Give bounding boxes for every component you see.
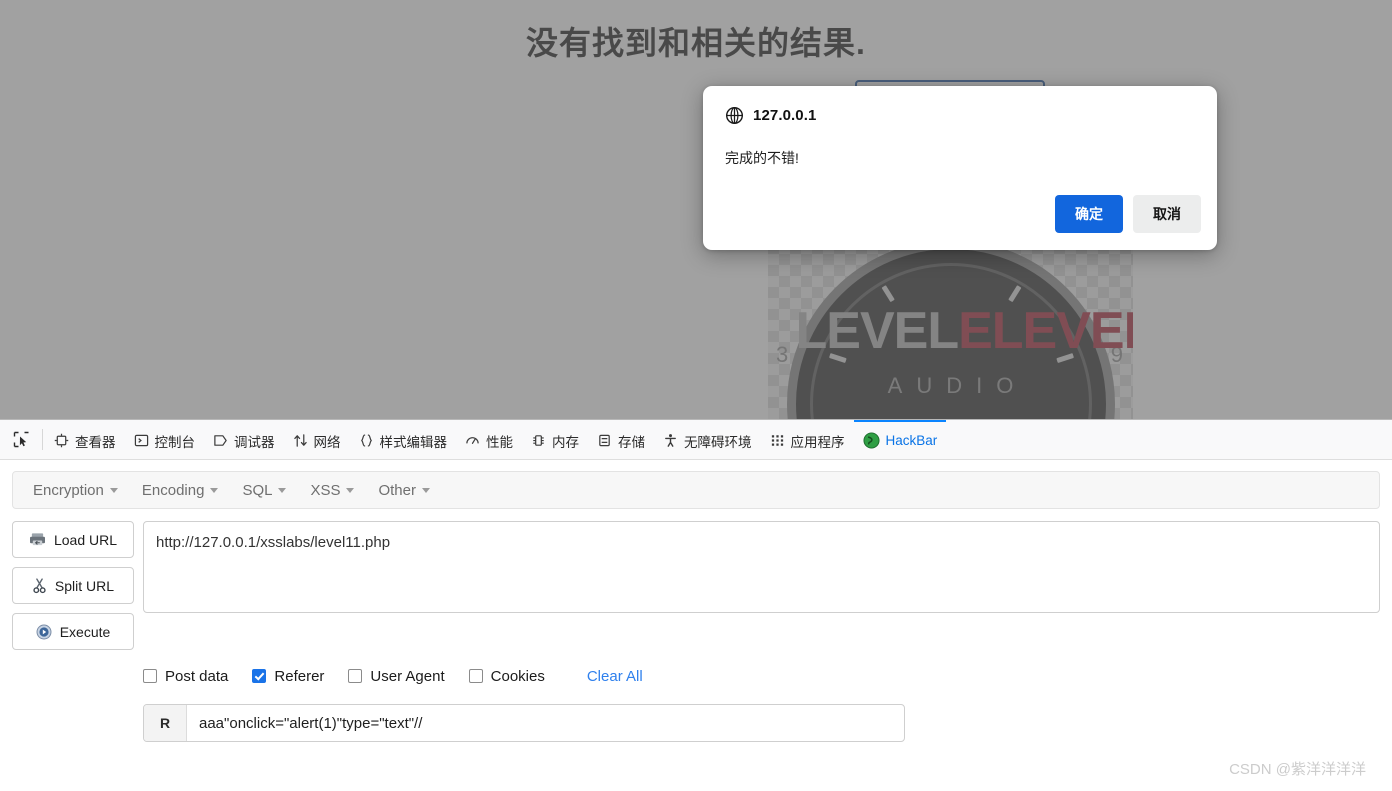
split-url-button[interactable]: Split URL	[12, 567, 134, 604]
menu-other[interactable]: Other	[366, 478, 442, 503]
checkbox-box[interactable]	[143, 669, 157, 683]
debugger-icon	[213, 433, 228, 448]
globe-icon	[725, 106, 744, 125]
referer-input[interactable]	[187, 705, 904, 741]
tab-inspector[interactable]: 查看器	[45, 420, 125, 459]
checkbox-post-data[interactable]: Post data	[143, 668, 228, 685]
tab-label: 无障碍环境	[684, 434, 752, 450]
javascript-alert-dialog: 127.0.0.1 完成的不错! 确定 取消	[703, 86, 1217, 250]
clear-all-link[interactable]: Clear All	[587, 668, 643, 685]
tab-label: 控制台	[154, 434, 196, 450]
tab-debugger[interactable]: 调试器	[204, 420, 284, 459]
referer-field-row: R	[143, 704, 905, 742]
dialog-origin-label: 127.0.0.1	[753, 107, 817, 124]
style-editor-icon	[359, 433, 374, 448]
checkbox-referer[interactable]: Referer	[252, 668, 324, 685]
execute-button[interactable]: Execute	[12, 613, 134, 650]
hackbar-icon	[862, 432, 880, 449]
performance-icon	[465, 433, 480, 448]
dialog-origin: 127.0.0.1	[725, 106, 816, 125]
button-label: Load URL	[53, 531, 118, 548]
tab-label: 应用程序	[790, 434, 845, 450]
menu-label: Other	[378, 481, 416, 499]
play-icon	[36, 624, 52, 639]
load-url-button[interactable]: Load URL	[12, 521, 134, 558]
url-input[interactable]	[143, 521, 1380, 613]
menu-xss[interactable]: XSS	[298, 478, 366, 503]
hackbar-menubar: Encryption Encoding SQL XSS Other	[12, 471, 1380, 509]
checkbox-label: User Agent	[370, 667, 445, 685]
menu-sql[interactable]: SQL	[230, 478, 298, 503]
menu-encryption[interactable]: Encryption	[21, 478, 130, 503]
tab-label: 查看器	[75, 434, 116, 450]
checkbox-label: Cookies	[490, 667, 545, 685]
tab-label: HackBar	[885, 433, 938, 448]
menu-encoding[interactable]: Encoding	[130, 478, 231, 503]
confirm-button[interactable]: 确定	[1055, 195, 1123, 233]
element-picker-button[interactable]	[4, 420, 40, 459]
hackbar-body: Load URL Split URL Execute http://127.0.…	[0, 521, 1392, 742]
checkbox-box[interactable]	[252, 669, 267, 683]
network-icon	[293, 433, 308, 448]
menu-label: XSS	[310, 481, 341, 499]
checkbox-user-agent[interactable]: User Agent	[348, 667, 445, 685]
cancel-button[interactable]: 取消	[1133, 195, 1201, 233]
load-url-icon	[29, 533, 45, 546]
hackbar-url-row: Load URL Split URL Execute http://127.0.…	[12, 521, 1380, 650]
tab-storage[interactable]: 存储	[588, 420, 654, 459]
toolbar-divider	[42, 429, 43, 450]
tab-accessibility[interactable]: 无障碍环境	[654, 420, 761, 459]
tab-label: 网络	[313, 434, 341, 450]
scissors-icon	[33, 577, 46, 593]
dialog-actions: 确定 取消	[1055, 195, 1201, 233]
storage-icon	[597, 433, 612, 448]
checkbox-box[interactable]	[348, 669, 363, 683]
checkbox-cookies[interactable]: Cookies	[468, 667, 545, 685]
console-icon	[134, 433, 149, 448]
chevron-down-icon	[278, 487, 287, 493]
tab-performance[interactable]: 性能	[456, 420, 522, 459]
hackbar-panel: Encryption Encoding SQL XSS Other Load U…	[0, 471, 1392, 791]
tab-label: 样式编辑器	[379, 434, 448, 450]
tab-label: 调试器	[234, 434, 275, 450]
tab-label: 性能	[486, 434, 513, 450]
tab-label: 存储	[618, 434, 645, 450]
hackbar-options-row: Post data Referer User Agent Cookies Cle…	[143, 662, 1380, 690]
devtools-panel: 查看器 控制台 调试器 网络 样式编辑器 性能 内存 存储 无障碍环境 应用程序…	[0, 419, 1392, 791]
tab-style-editor[interactable]: 样式编辑器	[350, 420, 457, 459]
memory-icon	[531, 433, 546, 448]
tab-application[interactable]: 应用程序	[761, 420, 854, 459]
chevron-down-icon	[421, 487, 430, 493]
tab-hackbar[interactable]: HackBar	[853, 420, 947, 459]
checkbox-box[interactable]	[468, 669, 483, 683]
menu-label: Encryption	[33, 481, 104, 499]
watermark: CSDN @紫洋洋洋洋	[1229, 761, 1366, 778]
inspector-icon	[54, 433, 69, 448]
hackbar-action-buttons: Load URL Split URL Execute	[12, 521, 134, 650]
referer-prefix-label: R	[144, 705, 187, 741]
button-label: Execute	[59, 623, 111, 640]
tab-label: 内存	[552, 434, 579, 450]
dialog-message: 完成的不错!	[725, 150, 799, 166]
tab-memory[interactable]: 内存	[522, 420, 588, 459]
button-label: Split URL	[54, 577, 115, 594]
application-icon	[770, 433, 785, 448]
tab-network[interactable]: 网络	[284, 420, 350, 459]
menu-label: Encoding	[141, 481, 205, 499]
menu-label: SQL	[242, 481, 273, 499]
chevron-down-icon	[210, 487, 219, 493]
element-picker-icon	[13, 431, 29, 448]
tab-console[interactable]: 控制台	[125, 420, 205, 459]
accessibility-icon	[663, 433, 678, 448]
devtools-toolbar: 查看器 控制台 调试器 网络 样式编辑器 性能 内存 存储 无障碍环境 应用程序…	[0, 420, 1392, 460]
chevron-down-icon	[109, 487, 118, 493]
checkbox-label: Post data	[165, 667, 229, 685]
chevron-down-icon	[346, 487, 355, 493]
checkbox-label: Referer	[274, 667, 325, 685]
